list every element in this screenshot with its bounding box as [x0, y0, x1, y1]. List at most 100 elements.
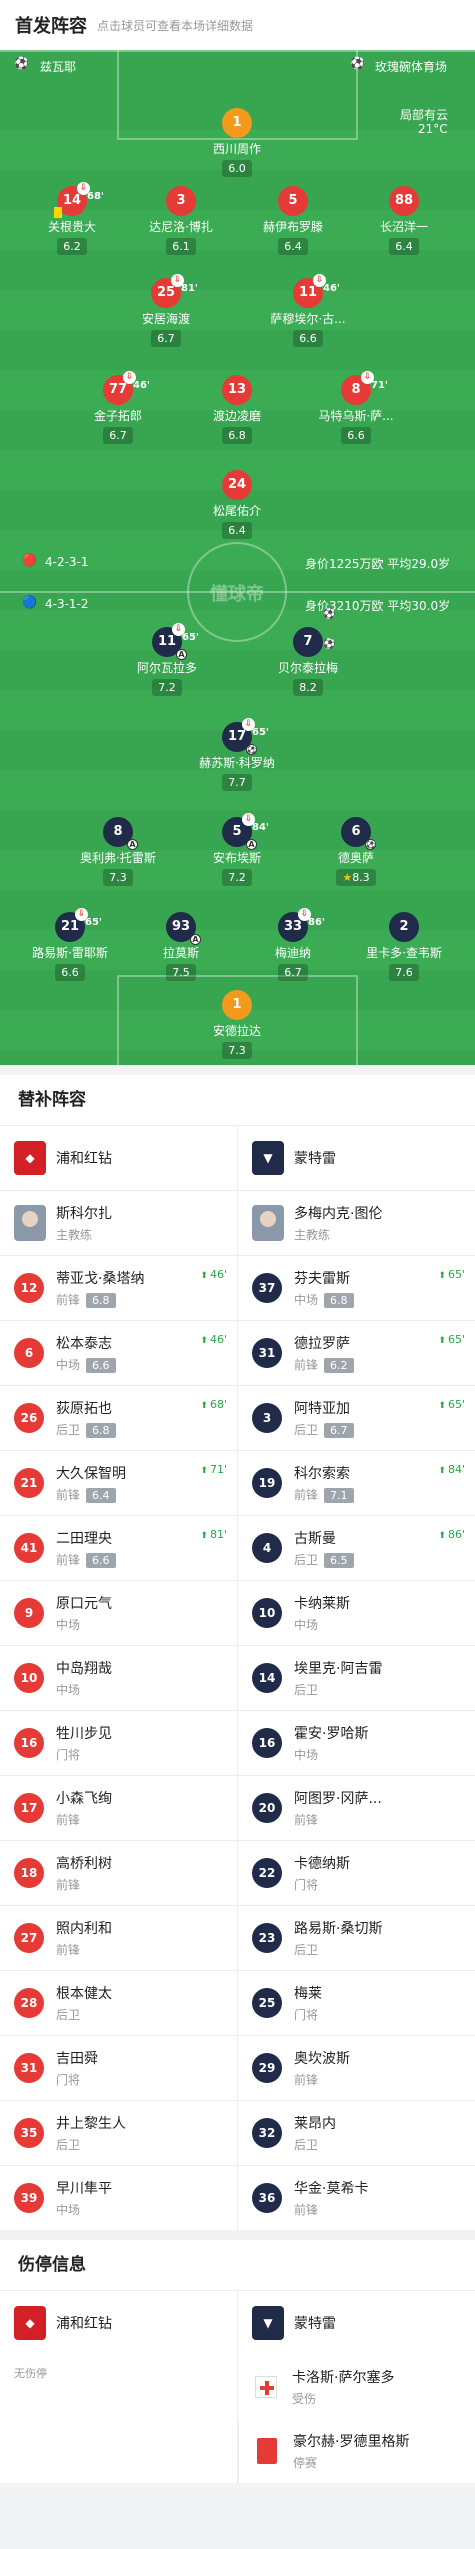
home-sub-player[interactable]: 28 根本健太 后卫 — [0, 1971, 237, 2035]
away-player[interactable]: 8 A 奥利弗·托雷斯 7.3 — [73, 817, 163, 886]
home-sub-player[interactable]: 9 原口元气 中场 — [0, 1581, 237, 1645]
home-player[interactable]: 13 渡边凌磨 6.8 — [192, 375, 282, 444]
player-rating: 7.2 — [152, 679, 182, 696]
home-player[interactable]: 77 ⇩ 46' 金子拓郎 6.7 — [73, 371, 163, 444]
jersey-number: 25 — [252, 1988, 282, 2018]
away-sub-player[interactable]: 37 芬夫雷斯中场 6.8 65' — [237, 1256, 475, 1320]
jersey-number: 27 — [14, 1923, 44, 1953]
jersey-number: 24 — [222, 470, 252, 500]
player-rating: 7.5 — [166, 964, 196, 981]
injury-item[interactable]: 卡洛斯·萨尔塞多 受伤 — [238, 2355, 475, 2419]
away-sub-player[interactable]: 23 路易斯·桑切斯 后卫 — [237, 1906, 475, 1970]
subs-row: 9 原口元气 中场 10 卡纳莱斯 中场 — [0, 1580, 475, 1645]
injury-player-name: 卡洛斯·萨尔塞多 — [292, 2370, 395, 2386]
player-position: 门将 — [294, 1878, 319, 1892]
player-name: 金子拓郎 — [93, 409, 142, 423]
sub-minute: 46' — [323, 283, 340, 294]
away-sub-player[interactable]: 16 霍安·罗哈斯 中场 — [237, 1711, 475, 1775]
away-sub-player[interactable]: 10 卡纳莱斯 中场 — [237, 1581, 475, 1645]
away-player[interactable]: 7 ⚽⚽ 贝尔泰拉梅 8.2 — [263, 609, 353, 696]
away-sub-player[interactable]: 19 科尔索索前锋 7.1 84' — [237, 1451, 475, 1515]
home-sub-player[interactable]: 17 小森飞绚 前锋 — [0, 1776, 237, 1840]
away-player[interactable]: 21 ⇩ 65' 路易斯·雷耶斯 6.6 — [25, 908, 115, 981]
away-coach[interactable]: 多梅内克·图伦 主教练 — [237, 1191, 475, 1255]
home-sub-player[interactable]: 39 早川隼平 中场 — [0, 2166, 237, 2230]
home-sub-player[interactable]: 21 大久保智明前锋 6.4 71' — [0, 1451, 237, 1515]
away-sub-player[interactable]: 31 德拉罗萨前锋 6.2 65' — [237, 1321, 475, 1385]
injury-item[interactable]: 豪尔赫·罗德里格斯 停赛 — [238, 2419, 475, 2483]
player-name: 渡边凌磨 — [212, 409, 261, 423]
player-rating: 6.6 — [86, 1358, 116, 1373]
jersey-number: 10 — [252, 1598, 282, 1628]
away-player[interactable]: 11 ⇩ 65' A 阿尔瓦拉多 7.2 — [122, 623, 212, 696]
jersey-number: 33 — [283, 919, 303, 934]
home-coach[interactable]: 斯科尔扎 主教练 — [0, 1191, 237, 1255]
subs-section: 替补阵容 ◆ 浦和红钻 ▼ 蒙特雷 斯科尔扎 主教练 多梅内克·图伦 主教练 12 蒂亚戈… — [0, 1075, 475, 2230]
player-name: 达尼洛·博扎 — [149, 220, 213, 234]
away-sub-player[interactable]: 29 奥坎波斯 前锋 — [237, 2036, 475, 2100]
home-sub-player[interactable]: 6 松本泰志中场 6.6 46' — [0, 1321, 237, 1385]
assist-icon: A — [127, 839, 138, 850]
player-rating: 6.2 — [324, 1358, 354, 1373]
sub-in-minute: 46' — [200, 1268, 227, 1281]
home-sub-player[interactable]: 16 牲川步见 门将 — [0, 1711, 237, 1775]
jersey-number: 16 — [14, 1728, 44, 1758]
player-rating: 7.3 — [103, 869, 133, 886]
jersey-number: 22 — [252, 1858, 282, 1888]
away-player[interactable]: 6 ⚽ 德奥萨 ★8.3 — [311, 817, 401, 886]
away-player[interactable]: 5 ⇩ 84' A 安布埃斯 7.2 — [192, 813, 282, 886]
home-player[interactable]: 24 松尾佑介 6.4 — [192, 470, 282, 539]
home-team-cell: ◆ 浦和红钻 — [0, 1126, 237, 1190]
home-player[interactable]: 1 西川周作 6.0 — [192, 108, 282, 177]
jersey-number: 6 — [14, 1338, 44, 1368]
no-injuries-label: 无伤停 — [14, 2367, 47, 2380]
stadium-icon: ⚽ — [14, 56, 29, 70]
away-sub-player[interactable]: 32 莱昂内 后卫 — [237, 2101, 475, 2165]
home-player[interactable]: 5 赫伊布罗滕 6.4 — [248, 186, 338, 255]
player-position: 后卫 — [294, 1423, 319, 1437]
home-player[interactable]: 8 ⇩ 71' 马特乌斯·萨... 6.6 — [311, 371, 401, 444]
away-team-badge-icon: 🔵 — [22, 595, 37, 609]
away-player[interactable]: 33 ⇩ 86' 梅迪纳 6.7 — [248, 908, 338, 981]
away-sub-player[interactable]: 4 古斯曼后卫 6.5 86' — [237, 1516, 475, 1580]
away-sub-player[interactable]: 25 梅莱 门将 — [237, 1971, 475, 2035]
home-sub-player[interactable]: 18 高桥利树 前锋 — [0, 1841, 237, 1905]
sub-minute: 81' — [181, 283, 198, 294]
away-team-name: 蒙特雷 — [294, 1151, 336, 1167]
subs-row: 28 根本健太 后卫 25 梅莱 门将 — [0, 1970, 475, 2035]
player-name: 卡纳莱斯 — [294, 1596, 350, 1612]
home-player[interactable]: 88 长沼洋一 6.4 — [359, 186, 449, 255]
player-rating: ★8.3 — [336, 869, 376, 886]
jersey-number: 88 — [389, 186, 419, 216]
player-name: 奥利弗·托雷斯 — [80, 851, 156, 865]
away-sub-player[interactable]: 14 埃里克·阿吉雷 后卫 — [237, 1646, 475, 1710]
player-rating: 6.5 — [324, 1553, 354, 1568]
away-player[interactable]: 93 A 拉莫斯 7.5 — [136, 912, 226, 981]
away-player[interactable]: 17 ⇩ 65' ⚽ 赫苏斯·科罗纳 7.7 — [192, 718, 282, 791]
home-player[interactable]: 25 ⇩ 81' 安居海渡 6.7 — [121, 274, 211, 347]
jersey-number: 21 — [60, 919, 80, 934]
subs-row: 26 荻原拓也后卫 6.8 68' 3 阿特亚加后卫 6.7 65' — [0, 1385, 475, 1450]
player-rating: 6.8 — [86, 1423, 116, 1438]
away-sub-player[interactable]: 36 华金·莫希卡 前锋 — [237, 2166, 475, 2230]
home-sub-player[interactable]: 35 井上黎生人 后卫 — [0, 2101, 237, 2165]
away-sub-player[interactable]: 20 阿图罗·冈萨... 前锋 — [237, 1776, 475, 1840]
player-rating: 6.7 — [324, 1423, 354, 1438]
player-name: 牲川步见 — [56, 1726, 112, 1742]
home-sub-player[interactable]: 26 荻原拓也后卫 6.8 68' — [0, 1386, 237, 1450]
away-sub-player[interactable]: 3 阿特亚加后卫 6.7 65' — [237, 1386, 475, 1450]
away-player[interactable]: 2 里卡多·查韦斯 7.6 — [359, 912, 449, 981]
player-position: 前锋 — [56, 1878, 81, 1892]
home-sub-player[interactable]: 10 中岛翔哉 中场 — [0, 1646, 237, 1710]
away-player[interactable]: 1 安德拉达 7.3 — [192, 990, 282, 1059]
away-sub-player[interactable]: 22 卡德纳斯 门将 — [237, 1841, 475, 1905]
home-sub-player[interactable]: 27 照内利和 前锋 — [0, 1906, 237, 1970]
home-sub-player[interactable]: 31 吉田舜 门将 — [0, 2036, 237, 2100]
home-sub-player[interactable]: 41 二田理央前锋 6.6 81' — [0, 1516, 237, 1580]
player-name: 德奥萨 — [337, 851, 374, 865]
home-player[interactable]: 11 ⇩ 46' 萨穆埃尔·古... 6.6 — [263, 274, 353, 347]
home-sub-player[interactable]: 12 蒂亚戈·桑塔纳前锋 6.8 46' — [0, 1256, 237, 1320]
home-player[interactable]: 14 ⇩ 68' 关根贵大 6.2 — [27, 182, 117, 255]
subs-row: 21 大久保智明前锋 6.4 71' 19 科尔索索前锋 7.1 84' — [0, 1450, 475, 1515]
home-player[interactable]: 3 达尼洛·博扎 6.1 — [136, 186, 226, 255]
